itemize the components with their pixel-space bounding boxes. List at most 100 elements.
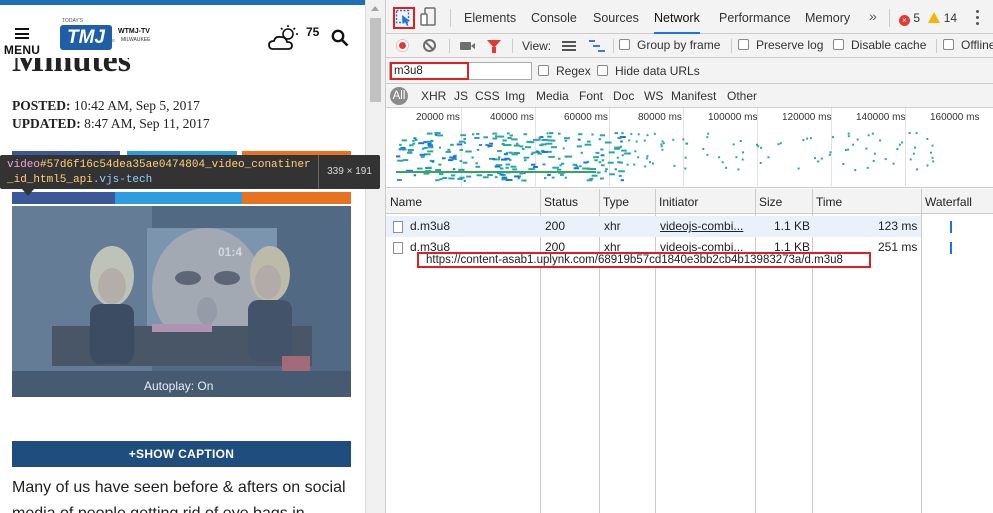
column-header-waterfall[interactable]: Waterfall <box>921 189 972 214</box>
column-header-type[interactable]: Type <box>599 189 629 214</box>
scroll-up-arrow-icon[interactable] <box>371 6 379 11</box>
posted-label: POSTED: <box>12 98 71 113</box>
timeline-request-mark <box>588 167 594 170</box>
list-view-icon[interactable] <box>562 41 576 51</box>
timeline-request-mark <box>548 155 555 158</box>
search-button[interactable] <box>331 29 351 49</box>
show-caption-button[interactable]: +SHOW CAPTION <box>12 441 351 467</box>
filter-icon[interactable] <box>487 40 501 53</box>
table-row[interactable]: d.m3u8 200 xhr videojs-combi... 1.1 KB 1… <box>386 216 921 237</box>
tab-memory[interactable]: Memory <box>805 0 850 34</box>
timeline-request-mark <box>489 142 494 145</box>
weather-temperature: 75 <box>306 25 320 39</box>
tab-performance[interactable]: Performance <box>719 0 791 34</box>
share-email-button-lower[interactable] <box>242 192 351 204</box>
video-player[interactable]: 01:4 Autoplay: On <box>12 206 351 397</box>
scrollbar-thumb[interactable] <box>370 18 381 102</box>
request-initiator-link[interactable]: videojs-combi... <box>660 216 750 237</box>
timeline-request-mark <box>465 150 472 153</box>
error-icon: × <box>899 15 910 26</box>
group-by-frame-checkbox[interactable]: Group by frame <box>619 38 720 52</box>
console-counts[interactable]: × 5 14 <box>899 11 957 26</box>
preserve-log-checkbox[interactable]: Preserve log <box>738 38 823 52</box>
type-filter-doc[interactable]: Doc <box>613 89 634 103</box>
type-filter-manifest[interactable]: Manifest <box>671 89 716 103</box>
requests-table-header: Name Status Type Initiator Size Time Wat… <box>386 189 993 214</box>
timeline-request-mark <box>607 161 614 164</box>
type-filter-media[interactable]: Media <box>536 89 569 103</box>
page-scrollbar[interactable] <box>365 0 385 513</box>
type-filter-img[interactable]: Img <box>505 89 525 103</box>
error-count: 5 <box>913 11 921 25</box>
timeline-request-mark <box>528 141 535 144</box>
timeline-request-mark <box>620 140 623 143</box>
waterfall-view-icon[interactable] <box>589 40 605 52</box>
timeline-request-mark <box>865 147 868 150</box>
type-filter-all[interactable]: All <box>390 87 408 105</box>
column-header-status[interactable]: Status <box>540 189 578 214</box>
type-filter-other[interactable]: Other <box>727 89 757 103</box>
site-header: MENU TODAY'S 4 TMJ WTMJ-TV MILWAUKEE 75 <box>0 10 365 58</box>
tab-console[interactable]: Console <box>531 0 577 34</box>
inspect-element-button[interactable] <box>393 7 415 29</box>
more-tabs-button[interactable]: » <box>869 8 877 24</box>
kebab-menu-icon[interactable] <box>976 10 980 26</box>
timeline-request-mark <box>459 160 463 163</box>
column-header-initiator[interactable]: Initiator <box>655 189 698 214</box>
tab-network[interactable]: Network <box>654 0 700 34</box>
timeline-request-mark <box>572 163 578 166</box>
network-overview-timeline[interactable]: 20000 ms 40000 ms 60000 ms 80000 ms 1000… <box>386 108 993 188</box>
timeline-request-mark <box>644 165 647 168</box>
column-header-time[interactable]: Time <box>812 189 842 214</box>
timeline-request-mark <box>542 163 546 166</box>
weather-widget[interactable]: 75 <box>268 25 324 55</box>
timeline-request-mark <box>926 137 929 140</box>
timeline-request-mark <box>626 163 629 166</box>
regex-checkbox[interactable]: Regex <box>538 64 591 78</box>
timeline-request-mark <box>580 151 583 154</box>
timeline-request-mark <box>661 140 664 143</box>
record-icon[interactable] <box>396 39 409 52</box>
request-name: d.m3u8 <box>410 219 451 233</box>
timeline-request-mark <box>551 146 557 149</box>
type-filter-css[interactable]: CSS <box>475 89 500 103</box>
device-toolbar-button[interactable] <box>420 7 442 29</box>
filter-input[interactable]: m3u8 <box>389 62 532 80</box>
hide-data-urls-checkbox[interactable]: Hide data URLs <box>597 64 700 78</box>
timeline-request-mark <box>653 132 656 135</box>
timeline-request-mark <box>471 156 474 159</box>
type-filter-js[interactable]: JS <box>454 89 468 103</box>
column-header-name[interactable]: Name <box>386 189 422 214</box>
timeline-request-mark <box>635 140 638 143</box>
timeline-request-mark <box>452 168 456 171</box>
column-header-size[interactable]: Size <box>755 189 782 214</box>
type-filter-font[interactable]: Font <box>579 89 603 103</box>
column-divider[interactable] <box>921 189 922 513</box>
timeline-request-mark <box>508 151 513 154</box>
timeline-request-mark <box>873 152 876 155</box>
clear-icon[interactable] <box>423 39 436 52</box>
timeline-request-mark <box>499 167 504 170</box>
video-clock-text: 01:4 <box>218 245 243 259</box>
timeline-request-mark <box>591 174 598 177</box>
type-filter-xhr[interactable]: XHR <box>421 89 446 103</box>
timeline-request-mark <box>494 165 501 168</box>
timeline-request-mark <box>892 162 895 165</box>
type-filter-ws[interactable]: WS <box>644 89 663 103</box>
timeline-request-mark <box>871 132 874 135</box>
autoplay-toggle[interactable]: Autoplay: On <box>144 379 213 393</box>
menu-button[interactable]: MENU <box>2 24 42 58</box>
timeline-request-mark <box>497 156 501 159</box>
tab-sources[interactable]: Sources <box>593 0 639 34</box>
station-logo[interactable]: TODAY'S 4 TMJ WTMJ-TV MILWAUKEE <box>60 18 156 56</box>
screenshot-camera-icon[interactable] <box>460 42 471 50</box>
timeline-request-mark <box>914 146 917 149</box>
disable-cache-checkbox[interactable]: Disable cache <box>833 38 926 52</box>
timeline-request-mark <box>741 158 744 161</box>
timeline-request-mark <box>538 136 541 139</box>
updated-line: UPDATED: 8:47 AM, Sep 11, 2017 <box>12 115 210 133</box>
tab-elements[interactable]: Elements <box>464 0 516 34</box>
timeline-request-mark <box>401 139 408 142</box>
timeline-request-mark <box>476 132 480 135</box>
offline-checkbox[interactable]: Offline <box>943 38 993 52</box>
